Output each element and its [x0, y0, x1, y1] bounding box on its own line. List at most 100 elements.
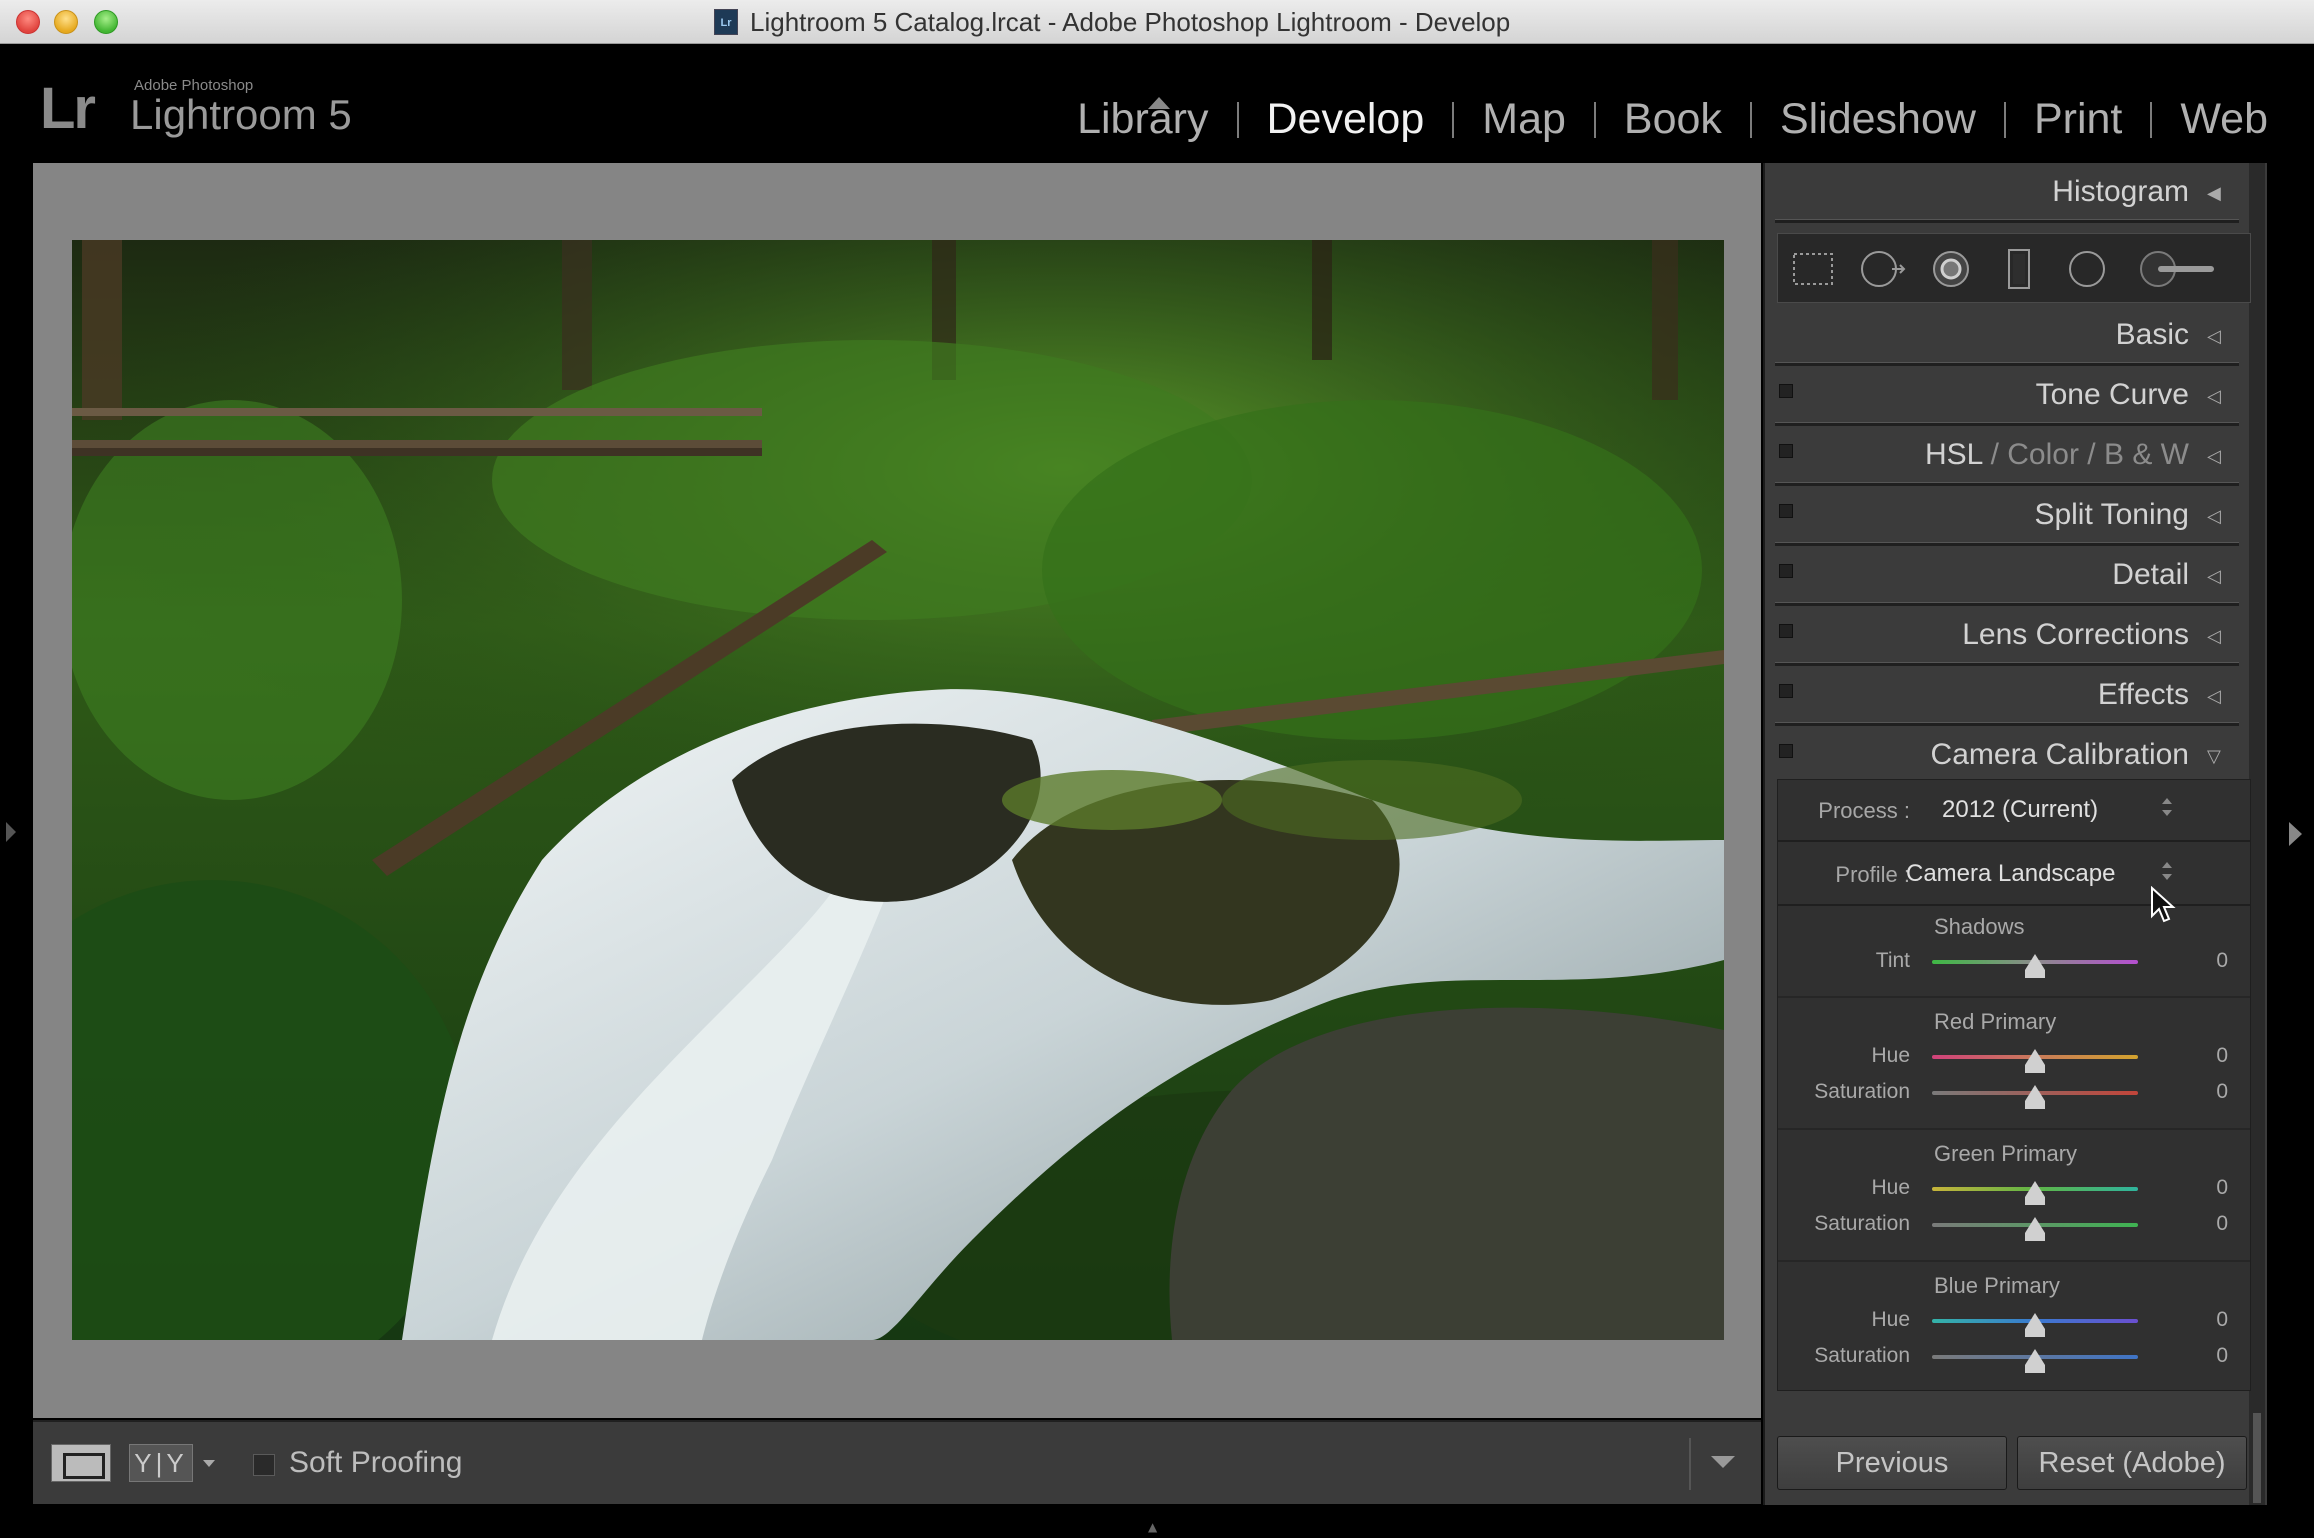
expanded-down-icon: ▽ — [2207, 746, 2221, 767]
profile-select[interactable]: Camera Landscape — [1906, 860, 2115, 888]
section-divider — [1778, 996, 2250, 998]
collapse-left-icon: ◁ — [2207, 566, 2221, 587]
close-window-button[interactable] — [16, 10, 40, 34]
before-after-button[interactable]: Y|Y — [129, 1444, 193, 1482]
process-row: Process : 2012 (Current) — [1778, 780, 2250, 842]
blue-hue-value[interactable]: 0 — [2216, 1308, 2228, 1332]
adjustment-brush-icon[interactable] — [2138, 248, 2218, 290]
panel-divider — [1775, 722, 2239, 726]
hsl-title: HSL / Color / B & W — [1925, 438, 2189, 472]
red-hue-value[interactable]: 0 — [2216, 1044, 2228, 1068]
module-web[interactable]: Web — [2152, 95, 2296, 144]
hsl-header[interactable]: HSL / Color / B & W ◁ — [1765, 428, 2269, 486]
collapse-left-icon: ◀ — [2207, 183, 2221, 204]
panel-toggle-switch[interactable] — [1779, 684, 1793, 698]
panel-divider — [1775, 482, 2239, 486]
effects-title: Effects — [2097, 678, 2189, 711]
green-primary-section-title: Green Primary — [1934, 1141, 2078, 1166]
tone-curve-title: Tone Curve — [2035, 378, 2189, 411]
filmstrip-collapse-icon[interactable]: ▲ — [1148, 1520, 1172, 1534]
zoom-window-button[interactable] — [94, 10, 118, 34]
panel-toggle-switch[interactable] — [1779, 564, 1793, 578]
lightroom-logo: Lr — [40, 76, 96, 141]
histogram-header[interactable]: Histogram ◀ — [1765, 165, 2269, 223]
module-develop[interactable]: Develop — [1239, 95, 1453, 144]
previous-button[interactable]: Previous — [1777, 1436, 2007, 1490]
panel-toggle-switch[interactable] — [1779, 624, 1793, 638]
slider-thumb[interactable] — [2025, 1181, 2045, 1205]
spot-removal-icon[interactable] — [1858, 248, 1908, 290]
slider-thumb[interactable] — [2025, 1049, 2045, 1073]
red-saturation-label: Saturation — [1814, 1080, 1910, 1103]
hsl-tab[interactable]: HSL — [1925, 438, 1982, 471]
slider-thumb[interactable] — [2025, 1217, 2045, 1241]
graduated-filter-icon[interactable] — [1994, 248, 2044, 290]
tab-separator: / — [1990, 438, 1999, 471]
panel-divider — [1775, 362, 2239, 366]
blue-primary-section-title: Blue Primary — [1934, 1273, 2060, 1298]
collapse-left-icon: ◁ — [2207, 686, 2221, 707]
shadows-tint-value[interactable]: 0 — [2216, 949, 2228, 973]
loupe-view-button[interactable] — [51, 1444, 111, 1482]
popup-arrows-icon[interactable] — [2162, 798, 2174, 820]
collapse-left-icon: ◁ — [2207, 446, 2221, 467]
histogram-title: Histogram — [2052, 175, 2189, 208]
slider-thumb[interactable] — [2025, 1085, 2045, 1109]
module-library[interactable]: Library — [1049, 95, 1236, 144]
panel-toggle-switch[interactable] — [1779, 504, 1793, 518]
red-saturation-value[interactable]: 0 — [2216, 1080, 2228, 1104]
panel-toggle-switch[interactable] — [1779, 384, 1793, 398]
module-picker: Library Develop Map Book Slideshow Print… — [1049, 95, 2296, 144]
reset-button[interactable]: Reset (Adobe) — [2017, 1436, 2247, 1490]
green-hue-value[interactable]: 0 — [2216, 1176, 2228, 1200]
split-toning-header[interactable]: Split Toning ◁ — [1765, 488, 2269, 546]
camera-calibration-header[interactable]: Camera Calibration ▽ — [1765, 728, 2269, 786]
effects-header[interactable]: Effects ◁ — [1765, 668, 2269, 726]
red-eye-icon[interactable] — [1926, 248, 1976, 290]
section-divider — [1778, 1128, 2250, 1130]
collapse-left-icon: ◁ — [2207, 626, 2221, 647]
lens-corrections-title: Lens Corrections — [1962, 618, 2189, 651]
toolbar-options-icon[interactable] — [1711, 1456, 1735, 1468]
detail-header[interactable]: Detail ◁ — [1765, 548, 2269, 606]
panel-toggle-switch[interactable] — [1779, 744, 1793, 758]
module-map[interactable]: Map — [1454, 95, 1594, 144]
bw-tab[interactable]: B & W — [2104, 438, 2189, 471]
toolbar: Y|Y Soft Proofing — [33, 1420, 1761, 1504]
slider-thumb[interactable] — [2025, 1313, 2045, 1337]
window-title-bar: Lr Lightroom 5 Catalog.lrcat - Adobe Pho… — [0, 0, 2314, 44]
split-toning-title: Split Toning — [2034, 498, 2189, 531]
module-book[interactable]: Book — [1596, 95, 1750, 144]
process-select[interactable]: 2012 (Current) — [1942, 796, 2098, 824]
green-saturation-value[interactable]: 0 — [2216, 1212, 2228, 1236]
basic-header[interactable]: Basic ◁ — [1765, 308, 2269, 366]
slider-thumb[interactable] — [2025, 1349, 2045, 1373]
minimize-window-button[interactable] — [54, 10, 78, 34]
before-after-dropdown-icon[interactable] — [203, 1460, 215, 1467]
basic-title: Basic — [2115, 318, 2189, 351]
waterfall-photo[interactable] — [72, 240, 1724, 1340]
green-hue-label: Hue — [1871, 1176, 1910, 1199]
module-print[interactable]: Print — [2006, 95, 2150, 144]
tone-curve-header[interactable]: Tone Curve ◁ — [1765, 368, 2269, 426]
module-slideshow[interactable]: Slideshow — [1752, 95, 2004, 144]
popup-arrows-icon[interactable] — [2162, 862, 2174, 884]
lens-corrections-header[interactable]: Lens Corrections ◁ — [1765, 608, 2269, 666]
brand-name: Lightroom 5 — [130, 91, 352, 138]
right-panel-collapse-icon[interactable] — [2289, 822, 2302, 846]
color-tab[interactable]: Color — [2007, 438, 2079, 471]
slider-thumb[interactable] — [2025, 954, 2045, 978]
collapse-left-icon: ◁ — [2207, 386, 2221, 407]
radial-filter-icon[interactable] — [2062, 248, 2112, 290]
crop-overlay-icon[interactable] — [1788, 248, 1838, 290]
image-canvas[interactable] — [33, 163, 1761, 1418]
panel-toggle-switch[interactable] — [1779, 444, 1793, 458]
profile-label: Profile : — [1835, 862, 1910, 887]
collapse-left-icon: ◁ — [2207, 506, 2221, 527]
left-panel-expand-icon[interactable] — [6, 822, 16, 842]
scrollbar-thumb[interactable] — [2253, 1413, 2261, 1503]
soft-proofing-checkbox[interactable] — [253, 1454, 275, 1476]
shadows-section-title: Shadows — [1934, 914, 2025, 939]
blue-saturation-value[interactable]: 0 — [2216, 1344, 2228, 1368]
blue-hue-label: Hue — [1871, 1308, 1910, 1331]
